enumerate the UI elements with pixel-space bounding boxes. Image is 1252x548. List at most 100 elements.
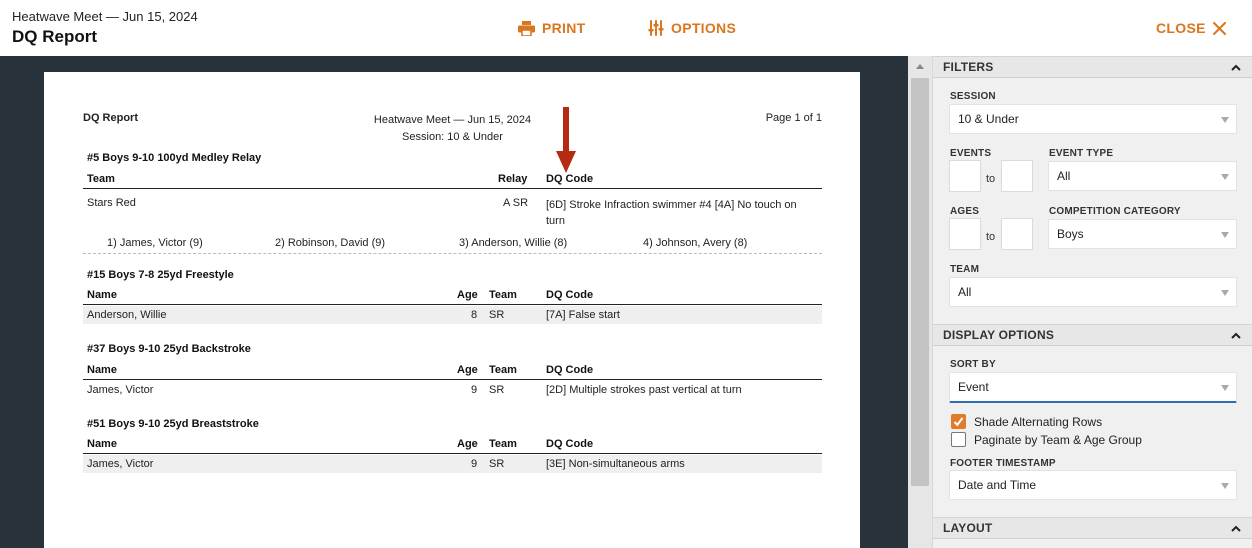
caret-down-icon [1221, 117, 1229, 123]
close-icon [1212, 21, 1226, 35]
ages-to-label: to [986, 231, 996, 243]
event-type-select[interactable]: All [1048, 161, 1237, 191]
filters-title: FILTERS [943, 60, 994, 74]
paginate-label[interactable]: Paginate by Team & Age Group [974, 433, 1142, 447]
page-title: DQ Report [12, 27, 97, 46]
ages-from-input[interactable] [949, 218, 981, 250]
close-label: CLOSE [1156, 20, 1206, 36]
sliders-icon [648, 20, 664, 36]
paginate-checkbox[interactable] [951, 432, 966, 447]
chevron-up-icon[interactable] [1231, 525, 1241, 532]
cell-team: SR [489, 309, 505, 321]
report-preview: DQ Report Heatwave Meet — Jun 15, 2024 S… [0, 56, 908, 548]
layout-title: LAYOUT [943, 521, 993, 535]
team-label: TEAM [950, 264, 980, 275]
options-label: OPTIONS [671, 20, 737, 36]
table-row: Anderson, Willie 8 SR [7A] False start [83, 306, 822, 324]
top-bar: Heatwave Meet — Jun 15, 2024 DQ Report P… [0, 0, 1252, 56]
event-type-label: EVENT TYPE [1049, 148, 1114, 159]
display-options-title: DISPLAY OPTIONS [943, 328, 1055, 342]
events-label: EVENTS [950, 148, 992, 159]
chevron-up-icon[interactable] [1231, 332, 1241, 339]
table-header: Name Age Team DQ Code [83, 435, 822, 454]
caret-down-icon [1221, 385, 1229, 391]
report-page-number: Page 1 of 1 [765, 112, 822, 124]
report-page: DQ Report Heatwave Meet — Jun 15, 2024 S… [44, 72, 860, 548]
header-name: Name [87, 364, 117, 376]
header-age: Age [457, 438, 478, 450]
layout-section-header[interactable]: LAYOUT [933, 517, 1252, 539]
cell-age: 9 [471, 384, 478, 396]
caret-down-icon [1221, 174, 1229, 180]
event-title: #5 Boys 9-10 100yd Medley Relay [87, 152, 262, 164]
report-header: DQ Report Heatwave Meet — Jun 15, 2024 S… [83, 110, 822, 150]
cell-team: SR [489, 384, 505, 396]
sort-by-select[interactable]: Event [949, 372, 1237, 403]
header-name: Name [87, 289, 117, 301]
table-header: Name Age Team DQ Code [83, 286, 822, 305]
header-dq-code: DQ Code [546, 289, 594, 301]
event-title: #37 Boys 9-10 25yd Backstroke [87, 343, 251, 355]
header-team: Team [489, 438, 517, 450]
display-options-section-header[interactable]: DISPLAY OPTIONS [933, 324, 1252, 346]
relay-swimmer: 3) Anderson, Willie (8) [459, 237, 568, 249]
ages-to-input[interactable] [1001, 218, 1033, 250]
cell-relay: A SR [503, 197, 529, 209]
cell-age: 9 [471, 458, 478, 470]
caret-down-icon [1221, 290, 1229, 296]
print-button[interactable]: PRINT [518, 20, 586, 36]
footer-timestamp-select[interactable]: Date and Time [949, 470, 1237, 500]
cell-dq-code: [2D] Multiple strokes past vertical at t… [546, 384, 742, 396]
events-from-input[interactable] [949, 160, 981, 192]
header-dq-code: DQ Code [546, 364, 594, 376]
header-team: Team [87, 173, 115, 185]
events-to-label: to [986, 173, 996, 185]
competition-category-label: COMPETITION CATEGORY [1049, 206, 1181, 217]
team-value: All [958, 285, 972, 299]
close-button[interactable]: CLOSE [1156, 20, 1226, 36]
competition-category-value: Boys [1057, 227, 1084, 241]
filters-section-header[interactable]: FILTERS [933, 56, 1252, 78]
checkmark-icon [953, 417, 964, 427]
print-label: PRINT [542, 20, 586, 36]
scroll-thumb[interactable] [911, 78, 929, 486]
relay-swimmer: 4) Johnson, Avery (8) [643, 237, 748, 249]
shade-rows-checkbox[interactable] [951, 414, 966, 429]
printer-icon [518, 20, 535, 36]
header-dq-code: DQ Code [546, 438, 594, 450]
table-row: James, Victor 9 SR [3E] Non-simultaneous… [83, 455, 822, 473]
event-title: #15 Boys 7-8 25yd Freestyle [87, 269, 234, 281]
event-title: #51 Boys 9-10 25yd Breaststroke [87, 418, 259, 430]
options-panel: FILTERS SESSION 10 & Under EVENTS to EVE… [932, 56, 1252, 548]
session-select[interactable]: 10 & Under [949, 104, 1237, 134]
footer-timestamp-value: Date and Time [958, 478, 1037, 492]
header-name: Name [87, 438, 117, 450]
competition-category-select[interactable]: Boys [1048, 219, 1237, 249]
options-button[interactable]: OPTIONS [648, 20, 736, 36]
cell-dq-code: [7A] False start [546, 309, 620, 321]
shade-rows-label[interactable]: Shade Alternating Rows [974, 415, 1102, 429]
cell-dq-code: [6D] Stroke Infraction swimmer #4 [4A] N… [546, 199, 797, 227]
caret-down-icon [1221, 232, 1229, 238]
events-to-input[interactable] [1001, 160, 1033, 192]
cell-age: 8 [471, 309, 478, 321]
footer-timestamp-label: FOOTER TIMESTAMP [950, 458, 1056, 469]
header-age: Age [457, 364, 478, 376]
header-team: Team [489, 289, 517, 301]
cell-team: Stars Red [87, 197, 136, 209]
chevron-up-icon[interactable] [1231, 64, 1241, 71]
cell-name: Anderson, Willie [87, 309, 167, 321]
preview-scrollbar[interactable] [908, 56, 932, 548]
cell-dq-code: [3E] Non-simultaneous arms [546, 458, 685, 470]
header-dq-code: DQ Code [546, 173, 594, 185]
sort-by-label: SORT BY [950, 359, 996, 370]
scroll-up-arrow-icon[interactable] [916, 64, 924, 69]
sort-by-value: Event [958, 380, 989, 394]
cell-name: James, Victor [87, 458, 154, 470]
team-select[interactable]: All [949, 277, 1237, 307]
annotation-arrow-icon [556, 107, 576, 173]
report-center-title: Heatwave Meet — Jun 15, 2024 Session: 10… [83, 112, 822, 146]
report-meet-line: Heatwave Meet — Jun 15, 2024 [373, 114, 532, 126]
caret-down-icon [1221, 483, 1229, 489]
cell-name: James, Victor [87, 384, 154, 396]
